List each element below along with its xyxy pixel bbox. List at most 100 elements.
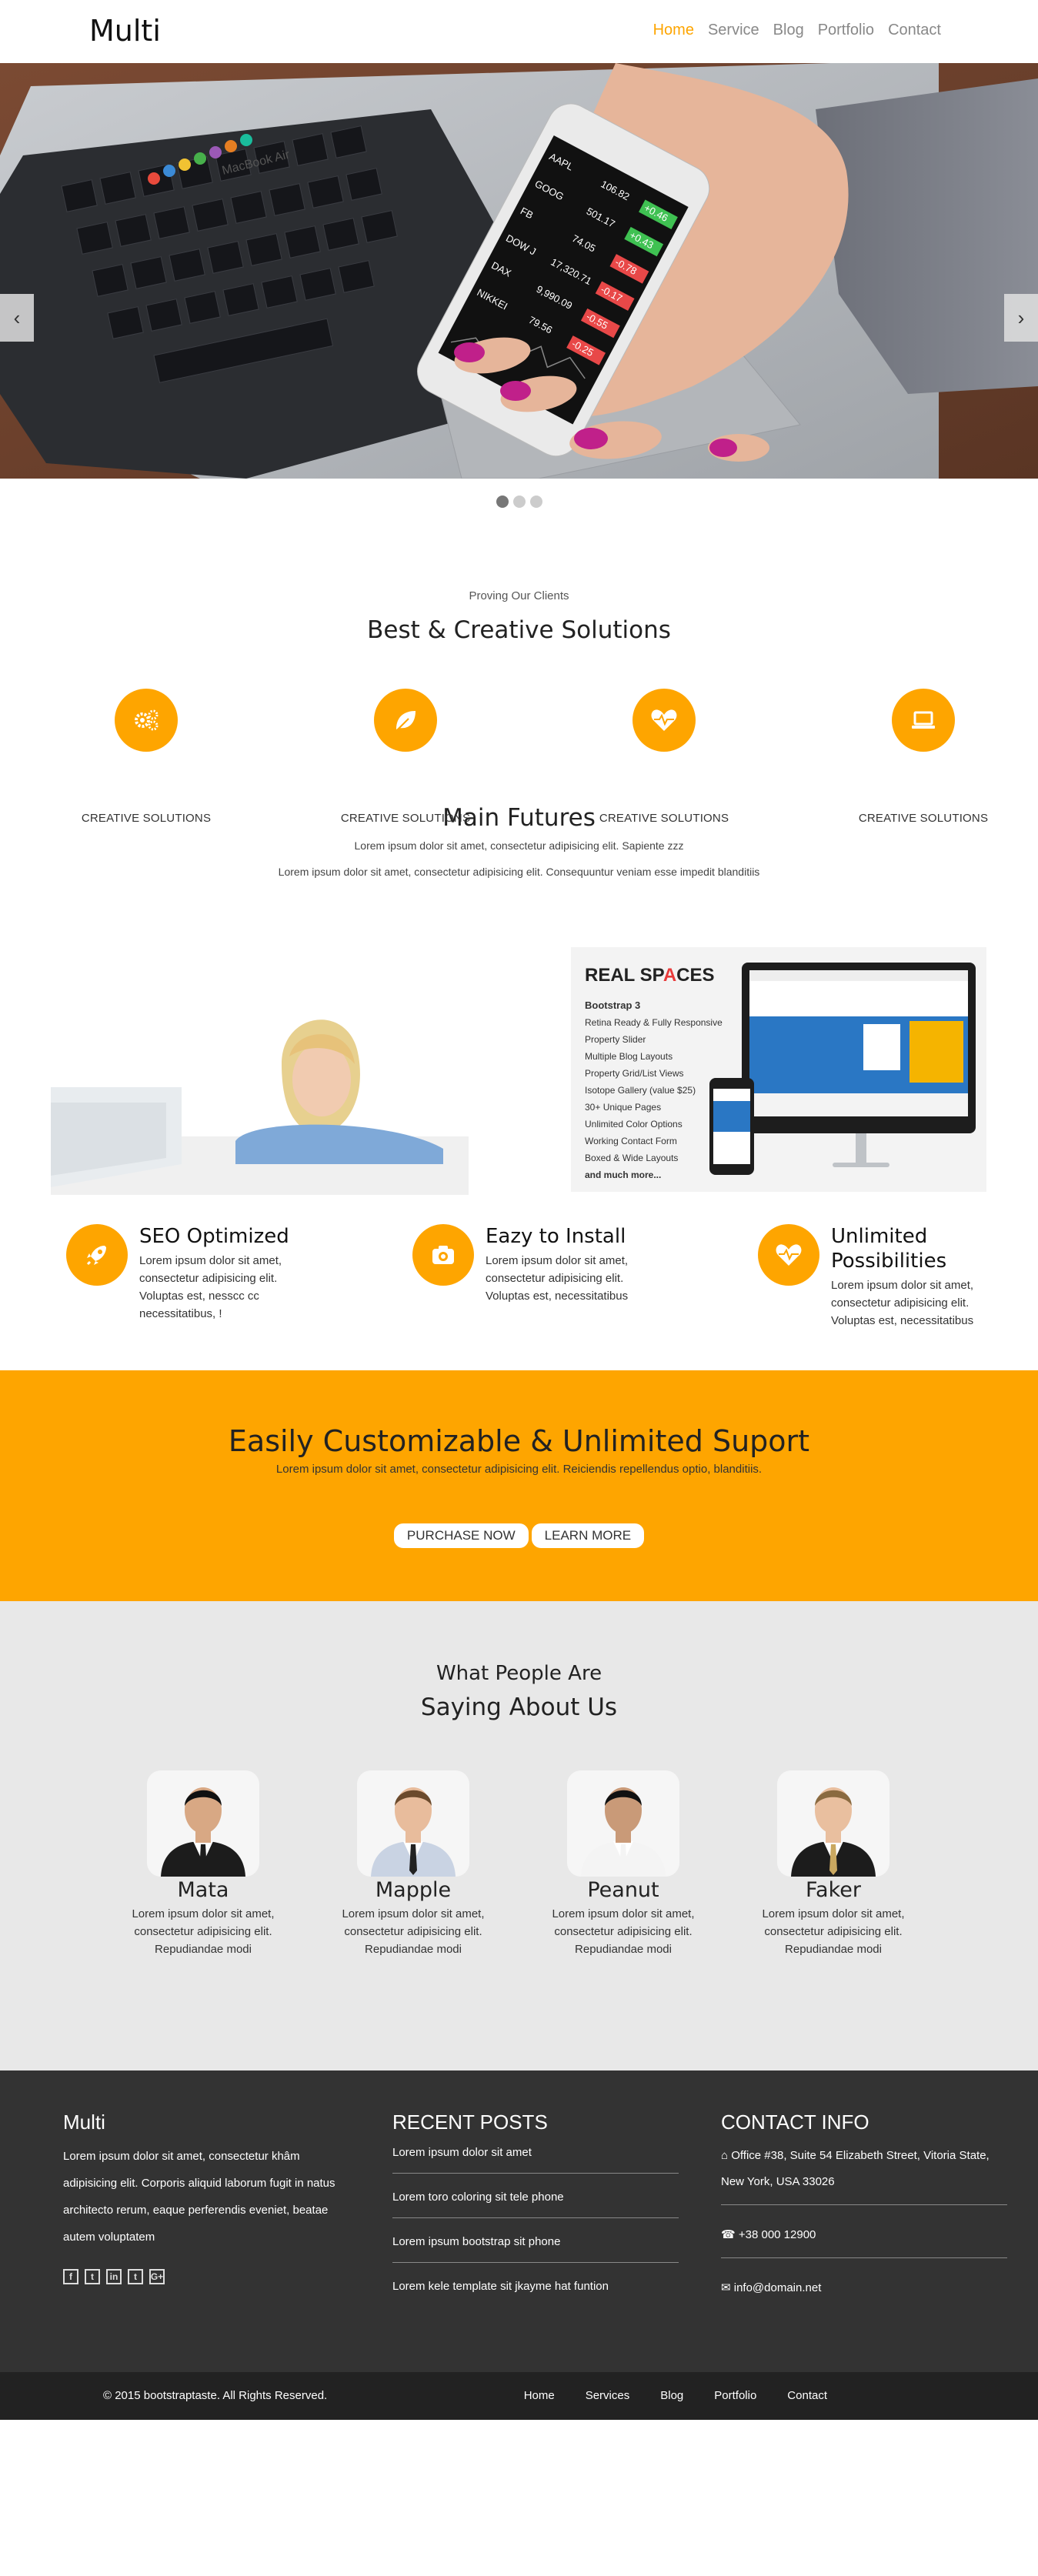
footer-nav-portfolio[interactable]: Portfolio [714,2389,756,2402]
gears-icon [115,689,178,752]
testimonial-name: Mata [177,1878,229,1902]
text-line: consectetur adipisicing elit. [134,1925,272,1938]
solutions-row: CREATIVE SOLUTIONS CREATIVE SOLUTIONS CR… [0,689,1038,919]
carousel-indicators [0,479,1038,525]
text-line: Voluptas est, nesscc cc [139,1290,259,1303]
section-kicker: Proving Our Clients [469,589,569,602]
theme-logo-part: CES [676,965,714,986]
theme-feature: Working Contact Form [585,1136,677,1146]
carousel-next-button[interactable]: › [1004,294,1038,342]
benefit-title: SEO Optimized [139,1225,289,1248]
carousel-dot[interactable] [529,496,542,508]
benefit-text: Lorem ipsum dolor sit amet, consectetur … [486,1252,643,1305]
footer-nav-home[interactable]: Home [524,2389,555,2402]
hero-image: MacBook Air AAPL 106.82 +0.46 GOOG 501.1… [0,63,1038,479]
solution-item: CREATIVE SOLUTIONS [62,689,231,825]
text-line: consectetur adipisicing elit. [554,1925,693,1938]
footer-nav-blog[interactable]: Blog [660,2389,683,2402]
testimonial-name: Mapple [375,1878,452,1902]
footer: Multi Lorem ipsum dolor sit amet, consec… [0,2070,1038,2372]
post-link[interactable]: Lorem ipsum dolor sit amet [392,2143,679,2174]
avatar [357,1770,469,1877]
twitter-icon[interactable]: t [85,2269,100,2284]
text-line: Voluptas est, necessitatibus [831,1314,974,1327]
text-line: Lorem ipsum dolor sit amet, [486,1254,629,1267]
phone-icon: ☎ [721,2228,739,2241]
nav-menu: Home Service Blog Portfolio Contact [653,22,941,39]
testimonial-card: Faker Lorem ipsum dolor sit amet, consecte… [749,1770,918,1958]
text-line: Repudiandae modi [365,1943,462,1956]
email-link[interactable]: info@domain.net [734,2281,822,2294]
benefit-title: Unlimited Possibilities [831,1225,947,1273]
svg-text:REAL SPACES: REAL SPACES [585,965,715,986]
laptop-icon [892,689,955,752]
nav-home[interactable]: Home [653,22,694,39]
solution-label: CREATIVE SOLUTIONS [599,812,729,825]
email-row: ✉ info@domain.net [721,2275,1007,2311]
post-link[interactable]: Lorem kele template sit jkayme hat funti… [392,2277,679,2307]
testimonial-text: Lorem ipsum dolor sit amet, consectetur a… [118,1905,288,1958]
theme-feature: Property Slider [585,1034,646,1045]
theme-feature: and much more... [585,1170,661,1180]
leaf-icon [374,689,437,752]
footer-brand: Multi [63,2111,105,2134]
avatar [147,1770,259,1877]
woman-laptop-image: Fotolia [51,979,469,1195]
google-plus-icon[interactable]: G+ [149,2269,165,2284]
brand-logo[interactable]: Multi [89,14,161,48]
theme-feature: Isotope Gallery (value $25) [585,1085,696,1096]
footer-about: Multi Lorem ipsum dolor sit amet, consec… [63,2111,349,2284]
benefit-text: Lorem ipsum dolor sit amet, consectetur … [139,1252,297,1323]
post-link[interactable]: Lorem ipsum bootstrap sit phone [392,2232,679,2263]
nav-contact[interactable]: Contact [888,22,941,39]
avatar [777,1770,889,1877]
solution-label: CREATIVE SOLUTIONS [340,812,471,825]
learn-more-button[interactable]: LEARN MORE [531,1523,645,1548]
purchase-now-button[interactable]: PURCHASE NOW [393,1523,529,1548]
footer-nav-services[interactable]: Services [586,2389,630,2402]
carousel-prev-button[interactable]: ‹ [0,294,34,342]
theme-feature: Property Grid/List Views [585,1068,684,1079]
text-line: Repudiandae modi [575,1943,672,1956]
nav-portfolio[interactable]: Portfolio [818,22,874,39]
phone-text: +38 000 12900 [738,2228,816,2241]
facebook-icon[interactable]: f [63,2269,78,2284]
feature-images: Fotolia REAL SPACES Bootstrap 3 Retina R… [0,947,1038,1224]
carousel-dot[interactable] [512,496,526,508]
nav-service[interactable]: Service [708,22,759,39]
linkedin-icon[interactable]: in [106,2269,122,2284]
text-line: consectetur adipisicing elit. [764,1925,903,1938]
solution-item: CREATIVE SOLUTIONS [321,689,490,825]
section-title: Best & Creative Solutions [367,616,671,644]
post-link[interactable]: Lorem toro coloring sit tele phone [392,2187,679,2218]
tumblr-icon[interactable]: t [128,2269,143,2284]
text-line: consectetur adipisicing elit. [486,1272,624,1285]
clients-section: Proving Our Clients Best & Creative Solu… [0,525,1038,644]
text-line: Repudiandae modi [155,1943,252,1956]
page: Multi Home Service Blog Portfolio Contac… [0,0,1038,2576]
testimonials-section: What People Are Saying About Us Mata Lore… [0,1601,1038,2070]
testimonial-text: Lorem ipsum dolor sit amet, consectetur a… [329,1905,498,1958]
heartbeat-icon [758,1224,819,1286]
testimonial-text: Lorem ipsum dolor sit amet, consectetur a… [539,1905,708,1958]
solution-label: CREATIVE SOLUTIONS [81,812,212,825]
text-line: consectetur adipisicing elit. [831,1296,970,1310]
theme-feature: Retina Ready & Fully Responsive [585,1017,723,1028]
footer-nav: Home Services Blog Portfolio Contact [524,2389,827,2402]
text-line: consectetur adipisicing elit. [139,1272,278,1285]
cta-banner: Easily Customizable & Unlimited Suport L… [0,1370,1038,1601]
phone-row: ☎ +38 000 12900 [721,2222,1007,2258]
cta-text: Lorem ipsum dolor sit amet, consectetur … [275,1463,763,1476]
cta-title: Easily Customizable & Unlimited Suport [228,1424,810,1458]
nav-blog[interactable]: Blog [773,22,804,39]
footer-nav-contact[interactable]: Contact [787,2389,827,2402]
watermark-text: Fotolia [197,1095,262,1119]
testimonial-name: Peanut [587,1878,659,1902]
social-links: f t in t G+ [63,2269,349,2284]
text-line: Lorem ipsum dolor sit amet, [342,1907,485,1920]
text-line: Lorem ipsum dolor sit amet, [132,1907,275,1920]
real-spaces-theme-image: REAL SPACES Bootstrap 3 Retina Ready & F… [571,947,986,1192]
benefits-row: SEO Optimized Lorem ipsum dolor sit amet… [0,1224,1038,1370]
carousel-dot[interactable] [496,496,509,508]
navbar: Multi Home Service Blog Portfolio Contac… [0,0,1038,63]
